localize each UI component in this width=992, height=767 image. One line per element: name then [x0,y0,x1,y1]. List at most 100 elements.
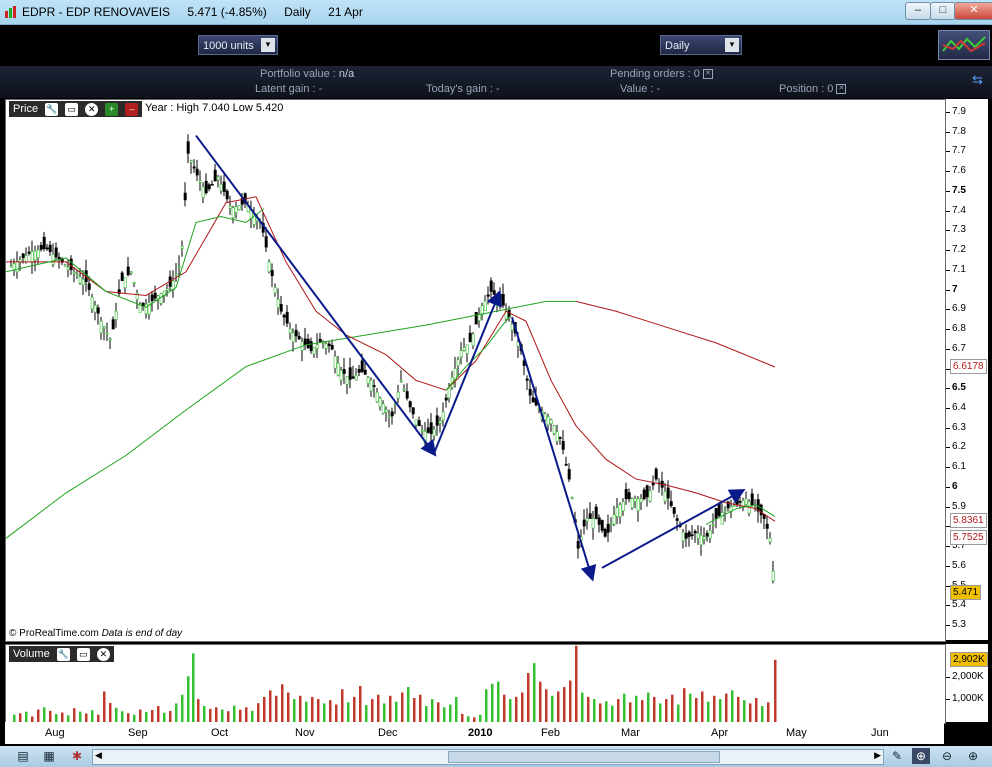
alert-icon[interactable]: ✱ [68,748,86,764]
candle-body [264,236,268,248]
candle-body [429,422,433,434]
ma-red-price-label: 5.8361 [950,513,987,529]
candle-body [642,489,646,500]
candle-body [708,530,712,539]
candle-body [384,409,388,413]
volume-bar [443,707,446,723]
candle-body [294,329,298,337]
scroll-left-icon[interactable]: ◀ [95,750,102,761]
volume-bar [263,696,266,723]
chevron-down-icon: ▼ [261,38,275,52]
volume-bar [551,695,554,723]
candle-body [744,498,748,505]
price-tick-label: 5.9 [946,500,966,512]
volume-bar [563,687,566,723]
candle-body [27,251,31,254]
horizontal-scrollbar[interactable]: ◀ ▶ [92,749,884,765]
volume-bar [743,700,746,723]
candle-body [330,345,334,350]
volume-bar [431,699,434,723]
period-select[interactable]: Daily ▼ [660,35,742,55]
candle-body [705,533,709,537]
candle-body [432,429,436,437]
scrollbar-thumb[interactable] [448,751,720,763]
candle-body [303,338,307,346]
time-axis-label: May [786,727,807,739]
price-chart[interactable] [6,100,945,641]
price-tick-label: 7.8 [946,125,966,137]
price-tick-label: 7 [946,283,958,295]
sync-arrows-icon[interactable]: ⇆ [972,72,983,88]
volume-bar [581,692,584,723]
candle-body [420,429,424,432]
candle-body [714,508,718,519]
candle-body [102,326,106,329]
candle-body [564,463,568,466]
candle-body [129,271,133,274]
candle-body [654,468,658,480]
candle-body [30,251,34,263]
candle-body [174,273,178,276]
candle-body [105,332,109,335]
candle-body [48,244,52,252]
close-button[interactable]: ✕ [954,2,992,20]
candle-body [468,332,472,343]
volume-bar [407,687,410,723]
candle-body [24,255,28,263]
close-icon[interactable]: ✕ [836,84,847,95]
candle-body [699,535,703,546]
chart-tools-button[interactable] [938,30,990,60]
price-tick-label: 7.1 [946,263,966,275]
candle-body [720,512,724,525]
candle-body [219,184,223,191]
units-select[interactable]: 1000 units ▼ [198,35,278,55]
candle-body [387,415,391,418]
candle-body [594,506,598,519]
zoom-fit-icon[interactable]: ⊕ [912,748,930,764]
position-label: Position : 0 [779,83,834,95]
volume-chart[interactable] [6,645,945,723]
candle-body [39,245,43,250]
candle-body [690,534,694,536]
time-axis-label: Apr [711,727,729,739]
candle-body [396,391,400,399]
candle-body [291,332,295,343]
candle-body [669,501,673,507]
volume-bar [389,695,392,723]
volume-bar [437,702,440,723]
candle-body [153,292,157,299]
zoom-out-icon[interactable]: ⊖ [938,748,956,764]
candle-body [402,388,406,391]
volume-bar [395,701,398,723]
volume-bar [599,703,602,723]
candle-body [549,419,553,424]
candle-body [399,380,403,382]
volume-bar [305,701,308,723]
candle-body [612,514,616,525]
scroll-right-icon[interactable]: ▶ [874,750,881,761]
volume-bar [413,697,416,723]
zoom-in-icon[interactable]: ⊕ [964,748,982,764]
candle-body [675,518,679,521]
candle-body [333,355,337,369]
candle-body [339,370,343,381]
print-preview-icon[interactable]: ▦ [40,748,58,764]
candle-body [651,482,655,486]
candle-body [231,207,235,218]
candle-body [12,263,16,271]
candle-body [150,294,154,301]
maximize-button[interactable]: □ [930,2,956,20]
volume-bar [755,697,758,723]
draw-tools-icon[interactable]: ✎ [888,748,906,764]
candle-body [765,523,769,529]
candle-body [360,360,364,372]
title-bar: EDPR - EDP RENOVAVEIS 5.471 (-4.85%) Dai… [0,0,992,25]
minimize-button[interactable]: – [905,2,931,20]
close-icon[interactable]: ✕ [702,69,713,80]
volume-bar [647,692,650,723]
volume-bar [761,706,764,723]
print-icon[interactable]: ▤ [14,748,32,764]
volume-bar [401,692,404,723]
volume-bar [617,699,620,723]
volume-bar [215,707,218,723]
